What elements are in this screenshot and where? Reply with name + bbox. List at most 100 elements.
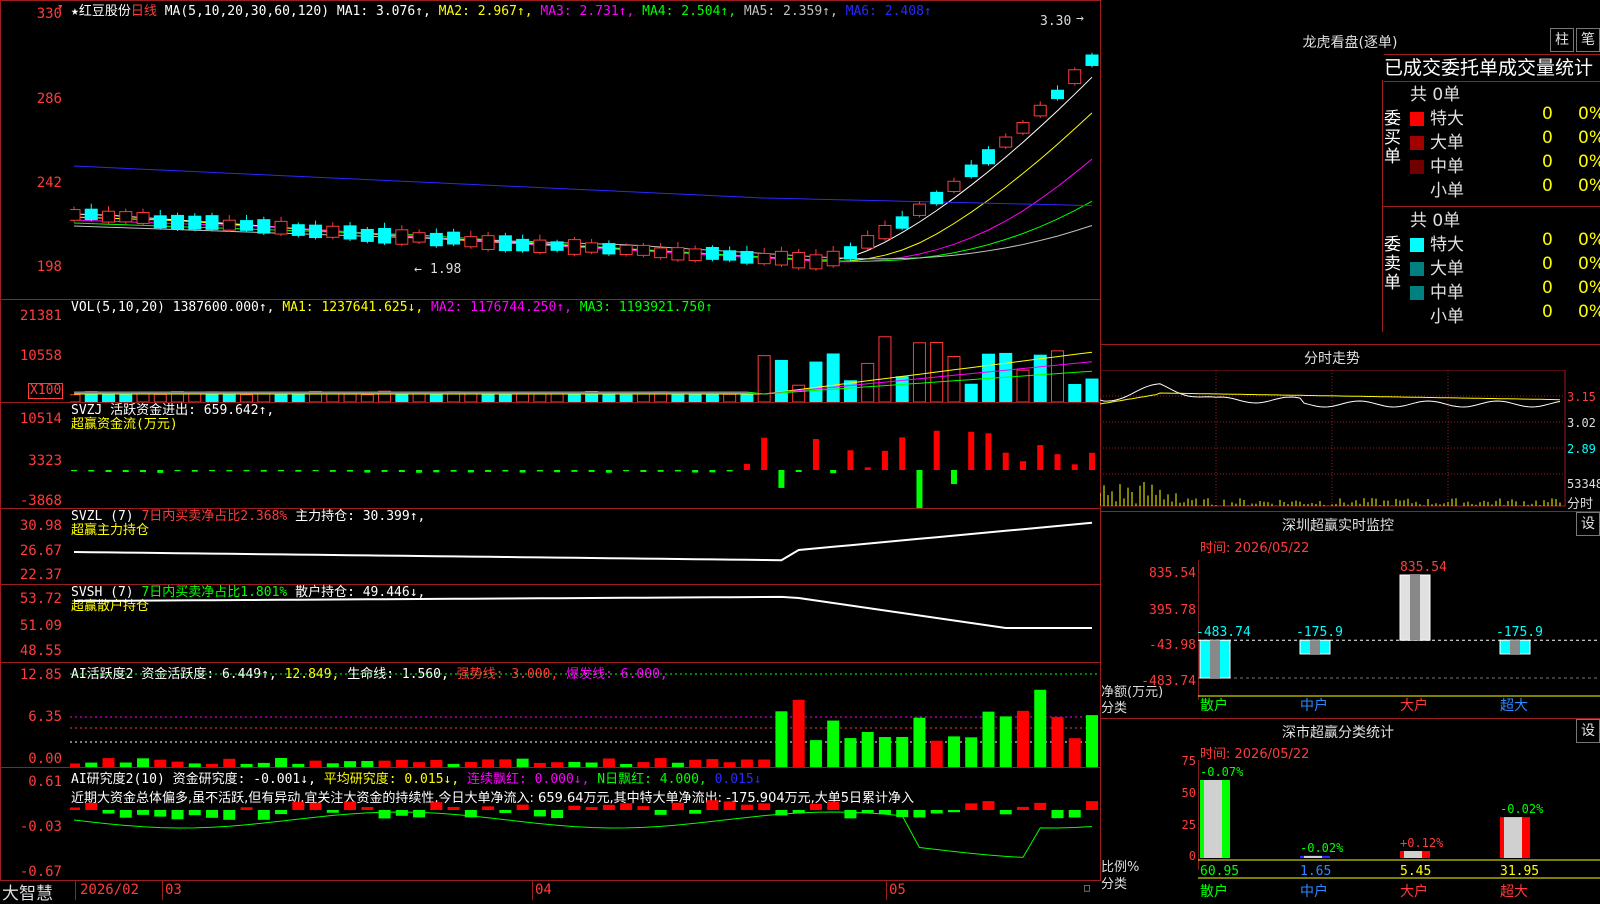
research-bar [516, 804, 529, 810]
candle-body [1068, 69, 1082, 85]
research-bar [585, 807, 598, 810]
activity-bar [896, 736, 909, 767]
sz-bar-shade [1210, 640, 1220, 678]
flow-bar [605, 470, 612, 473]
bar-mode-button[interactable]: 柱 [1550, 28, 1574, 52]
activity-bar [1068, 738, 1081, 767]
candle-body [1085, 54, 1099, 66]
stats-tabs[interactable]: 已成交委托单成交量统计 [1384, 54, 1600, 82]
sh-bar-chart[interactable]: -0.07% 60.95 散户 -0.02% 1.65 中户 +0.12% 5.45 大户 -0.… [1198, 760, 1600, 900]
flow-bar [554, 470, 561, 473]
volume-bar [809, 361, 823, 402]
volume-bar [516, 393, 530, 402]
volume-bar [291, 393, 305, 402]
candle-body [912, 203, 926, 216]
research-bar [413, 810, 426, 818]
sz-xlabel: 分类 [1101, 701, 1128, 716]
sz-bar-shade [1410, 575, 1420, 641]
research-bar [171, 810, 184, 820]
ai-activity-chart[interactable] [70, 664, 1100, 767]
sh-tick: 0 [1188, 849, 1196, 863]
volume-chart[interactable] [70, 318, 1100, 402]
sz-bar-chart[interactable]: -483.74 散户 -175.9 中户 835.54 大户 -175.9 超大 [1198, 560, 1600, 718]
candle-body [516, 238, 530, 252]
order-label: 特大 [1430, 235, 1464, 255]
volume-bar [723, 393, 737, 402]
flow-bar [191, 470, 198, 472]
candle-body [326, 225, 340, 238]
research-bar [257, 810, 270, 820]
candle-body [981, 149, 995, 165]
order-count: 0 [1542, 128, 1553, 148]
order-pct: 0% [1578, 176, 1600, 196]
vol-tick: 21381 [19, 308, 62, 324]
sz-category: 超大 [1500, 698, 1528, 714]
sh-tick: 25 [1181, 818, 1196, 832]
research-bar [913, 810, 926, 818]
candle-body [636, 244, 650, 256]
volume-bar [1085, 378, 1099, 402]
order-count: 0 [1542, 104, 1553, 124]
research-bar [602, 804, 615, 810]
sz-bar-shade [1310, 640, 1320, 654]
candle-body [70, 209, 81, 221]
retail-hold-line [73, 595, 1092, 629]
order-count: 0 [1542, 230, 1553, 250]
order-pct: 0% [1578, 104, 1600, 124]
price-corner-icon[interactable]: ▾ [57, 0, 64, 13]
color-swatch-icon [1410, 286, 1424, 300]
lock-icon[interactable]: □ [1084, 883, 1090, 894]
sh-bar-highlight [1304, 855, 1322, 858]
sz-tick: 395.78 [1149, 603, 1196, 618]
research-bar [689, 810, 702, 814]
research-bar [102, 810, 115, 814]
sz-category: 中户 [1300, 697, 1328, 714]
svzl-chart[interactable] [70, 510, 1100, 584]
svzj-tick: -3868 [19, 493, 62, 509]
vol-label: VOL(5,10,20) [71, 300, 165, 315]
flow-bar [260, 470, 267, 472]
research-bar [1016, 806, 1029, 810]
svsh-chart[interactable] [70, 586, 1100, 662]
order-label: 中单 [1430, 157, 1464, 177]
volume-bar [188, 393, 202, 402]
activity-bar [878, 737, 891, 767]
sz-category: 散户 [1200, 697, 1228, 714]
sz-settings-button[interactable]: 设 [1576, 512, 1600, 536]
candle-body [861, 235, 875, 249]
sh-settings-button[interactable]: 设 [1576, 719, 1600, 743]
flow-bar [709, 470, 716, 473]
activity-bar [102, 758, 115, 767]
minute-chart[interactable] [1100, 370, 1566, 510]
flow-bar [295, 470, 302, 472]
ai-research-title: AI研究度2(10) 资金研究度: -0.001↓, 平均研究度: 0.015↓… [71, 768, 762, 787]
candle-body [723, 250, 737, 261]
activity-bar [740, 759, 753, 767]
candle-body [619, 244, 633, 256]
ai-research-chart[interactable] [70, 800, 1100, 880]
flow-bar [157, 470, 164, 473]
research-bar [206, 810, 219, 818]
candlestick-chart[interactable] [70, 14, 1100, 296]
candle-body [274, 220, 288, 235]
buy-side-label: 委买单 [1384, 109, 1401, 167]
price-tick: 286 [36, 91, 62, 107]
activity-bar [602, 758, 615, 767]
research-bar [326, 810, 339, 813]
activity-bar [1051, 716, 1064, 767]
volume-title: VOL(5,10,20) 1387600.000↑, MA1: 1237641.… [71, 300, 713, 315]
research-bar [758, 803, 771, 810]
flow-bar [588, 470, 595, 472]
order-count: 0 [1542, 176, 1553, 196]
activity-bar [654, 758, 667, 767]
tick-mode-button[interactable]: 笔 [1576, 28, 1600, 52]
research-bar [827, 801, 840, 810]
volume-bar [774, 359, 788, 402]
svzj-chart[interactable] [70, 408, 1100, 508]
minute-tab[interactable]: 分时 [1567, 493, 1593, 512]
flow-bar [485, 470, 492, 472]
minute-tick: 2.89 [1567, 442, 1596, 456]
flow-bar [519, 470, 526, 473]
flow-bar [1037, 445, 1044, 470]
date-tick: 2026/02 [80, 882, 140, 898]
